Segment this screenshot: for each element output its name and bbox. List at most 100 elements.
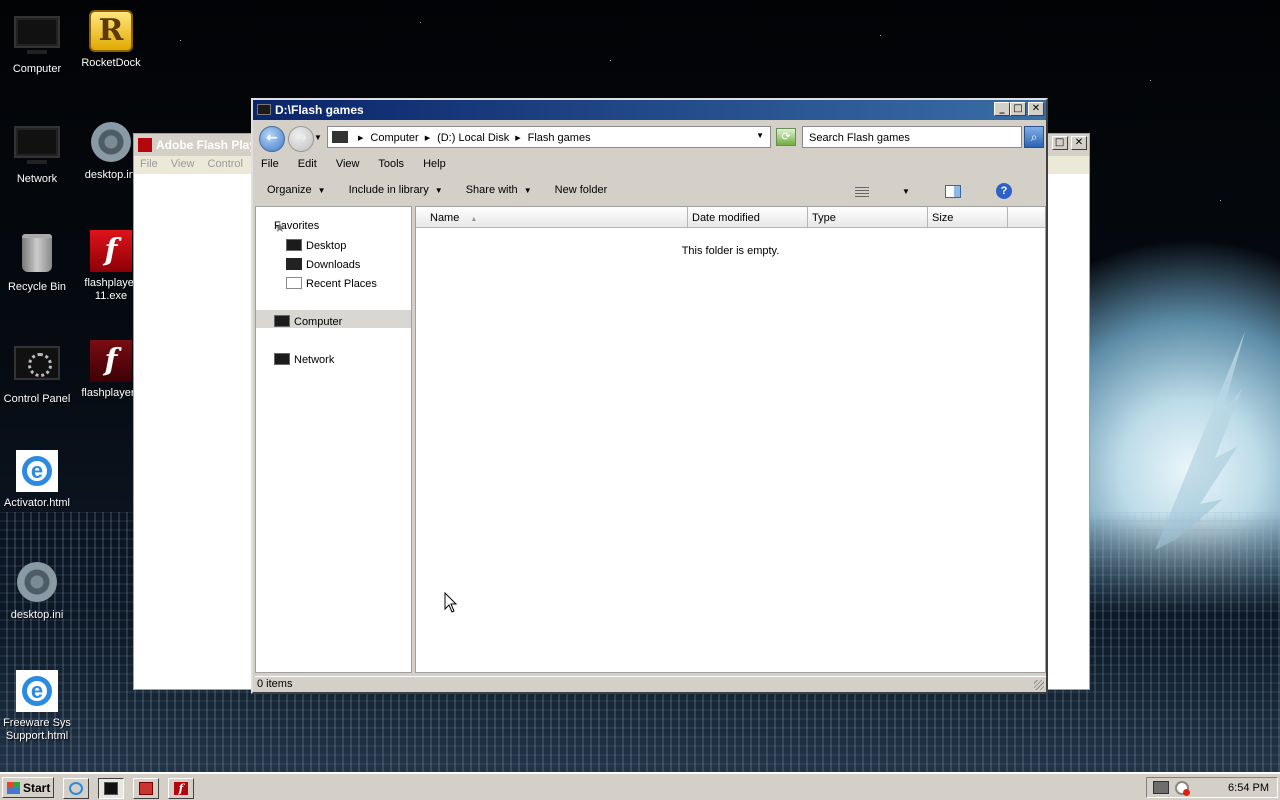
- control-panel-icon: [13, 346, 61, 390]
- close-button[interactable]: ✕: [1028, 102, 1044, 116]
- menu-help[interactable]: Help: [423, 158, 446, 170]
- desktop-icon-recycle-bin[interactable]: Recycle Bin: [0, 230, 74, 294]
- system-tray: 6:54 PM: [1146, 777, 1278, 798]
- maximize-button[interactable]: □: [1051, 136, 1068, 150]
- nav-item-desktop[interactable]: Desktop: [286, 236, 346, 255]
- chevron-right-icon[interactable]: ▶: [515, 135, 520, 142]
- nav-label: Computer: [294, 316, 343, 328]
- flash-tray-icon[interactable]: [1175, 781, 1190, 796]
- flash-icon: [138, 138, 152, 152]
- include-label: Include in library: [348, 184, 429, 196]
- mouse-cursor-icon: [444, 591, 458, 617]
- resize-grip-icon[interactable]: [1034, 680, 1044, 690]
- folder-window-icon: [104, 782, 118, 795]
- desktop-icon-computer[interactable]: Computer: [0, 10, 74, 76]
- menu-view[interactable]: View: [336, 158, 360, 170]
- column-header-size[interactable]: Size: [928, 207, 1008, 228]
- star: [610, 60, 611, 61]
- view-options-icon[interactable]: [854, 185, 869, 197]
- status-bar: 0 items: [255, 676, 1046, 692]
- maximize-button[interactable]: □: [1010, 102, 1026, 116]
- forward-button[interactable]: →: [288, 126, 314, 152]
- empty-folder-message: This folder is empty.: [681, 245, 780, 257]
- nav-label: Downloads: [306, 259, 361, 271]
- new-folder-button[interactable]: New folder: [555, 184, 608, 196]
- taskbar-internet-explorer[interactable]: [63, 778, 89, 799]
- chevron-down-icon[interactable]: ▼: [756, 131, 764, 140]
- organize-label: Organize: [267, 184, 312, 196]
- menu-edit[interactable]: Edit: [298, 158, 317, 170]
- desktop-icon-desktop-ini-2[interactable]: desktop.ini: [0, 560, 74, 622]
- desktop-icon-label: Activator.html: [3, 497, 71, 509]
- chevron-right-icon[interactable]: ▶: [358, 135, 363, 142]
- taskbar-app[interactable]: [133, 778, 159, 799]
- recent-places-icon: [286, 277, 302, 289]
- menu-tools[interactable]: Tools: [378, 158, 404, 170]
- star: [880, 35, 881, 36]
- menu-control[interactable]: Control: [208, 158, 243, 170]
- search-input[interactable]: Search Flash games: [802, 126, 1022, 148]
- help-icon[interactable]: ?: [996, 183, 1012, 199]
- menu-file[interactable]: File: [261, 158, 279, 170]
- clock[interactable]: 6:54 PM: [1228, 782, 1269, 794]
- share-with-button[interactable]: Share with ▼: [466, 184, 532, 196]
- file-list[interactable]: Name ▲ Date modified Type Size This fold…: [415, 206, 1046, 673]
- nav-label: Desktop: [306, 240, 347, 252]
- flash-icon: f: [174, 782, 188, 795]
- desktop-icon-activator[interactable]: e Activator.html: [0, 450, 74, 510]
- flash-icon: f: [87, 340, 135, 384]
- settings-file-icon: [13, 562, 61, 606]
- star: [420, 22, 421, 23]
- chevron-down-icon: ▼: [434, 186, 443, 195]
- nav-item-favorites[interactable]: ★ Favorites: [274, 217, 319, 236]
- internet-explorer-icon: [69, 782, 83, 795]
- include-in-library-button[interactable]: Include in library ▼: [349, 184, 443, 196]
- nav-item-computer[interactable]: Computer: [274, 312, 342, 331]
- share-label: Share with: [465, 184, 518, 196]
- desktop-icon-label: Recycle Bin: [7, 281, 67, 293]
- breadcrumb-flash-games[interactable]: Flash games: [528, 132, 591, 144]
- star: [1220, 200, 1221, 201]
- chevron-down-icon[interactable]: ▼: [902, 187, 910, 196]
- rocketdock-icon: R: [87, 10, 135, 54]
- minimize-button[interactable]: _: [994, 102, 1010, 116]
- column-header-type[interactable]: Type: [808, 207, 928, 228]
- app-icon: [139, 782, 153, 795]
- window-title: Adobe Flash Play: [156, 138, 257, 152]
- refresh-button[interactable]: ⟳: [776, 128, 796, 146]
- search-button[interactable]: ⌕: [1024, 126, 1044, 148]
- desktop-icon-network[interactable]: Network: [0, 120, 74, 186]
- preview-pane-icon[interactable]: [944, 184, 961, 198]
- nav-item-network[interactable]: Network: [274, 350, 334, 369]
- back-button[interactable]: ←: [259, 126, 285, 152]
- recent-pages-dropdown[interactable]: ▼: [314, 133, 322, 142]
- explorer-window[interactable]: D:\Flash games _ □ ✕ ← → ▼ ▶ Computer ▶ (D:) …: [251, 98, 1048, 694]
- internet-explorer-icon: e: [13, 450, 61, 494]
- nav-item-downloads[interactable]: Downloads: [286, 255, 360, 274]
- menu-file[interactable]: File: [140, 158, 158, 170]
- organize-button[interactable]: Organize ▼: [267, 184, 326, 196]
- column-header-row: Name ▲ Date modified Type Size: [416, 207, 1045, 228]
- computer-icon: [13, 16, 61, 60]
- network-tray-icon[interactable]: [1153, 781, 1169, 794]
- taskbar-flash-player[interactable]: f: [168, 778, 194, 799]
- breadcrumb-local-disk[interactable]: (D:) Local Disk: [437, 132, 509, 144]
- explorer-titlebar[interactable]: D:\Flash games _ □ ✕: [253, 100, 1046, 120]
- command-bar: Organize ▼ Include in library ▼ Share with…: [253, 176, 1046, 204]
- close-button[interactable]: ✕: [1071, 136, 1087, 150]
- taskbar-explorer-window[interactable]: [98, 778, 124, 799]
- column-header-name[interactable]: Name ▲: [416, 207, 688, 228]
- desktop-icon-label: desktop.ini: [10, 609, 64, 621]
- column-header-date-modified[interactable]: Date modified: [688, 207, 808, 228]
- desktop-icon-control-panel[interactable]: Control Panel: [0, 340, 74, 406]
- nav-item-recent-places[interactable]: Recent Places: [286, 274, 377, 293]
- nav-label: Network: [294, 354, 335, 366]
- menu-view[interactable]: View: [171, 158, 195, 170]
- start-button[interactable]: Start: [2, 777, 54, 798]
- desktop-icon: [286, 239, 302, 251]
- breadcrumb-computer[interactable]: Computer: [370, 132, 418, 144]
- desktop-icon-freeware-support[interactable]: e Freeware Sys Support.html: [0, 670, 74, 743]
- breadcrumb[interactable]: ▶ Computer ▶ (D:) Local Disk ▶ Flash games ▼: [327, 126, 771, 148]
- chevron-right-icon[interactable]: ▶: [425, 135, 430, 142]
- desktop-icon-rocketdock[interactable]: R RocketDock: [74, 10, 148, 70]
